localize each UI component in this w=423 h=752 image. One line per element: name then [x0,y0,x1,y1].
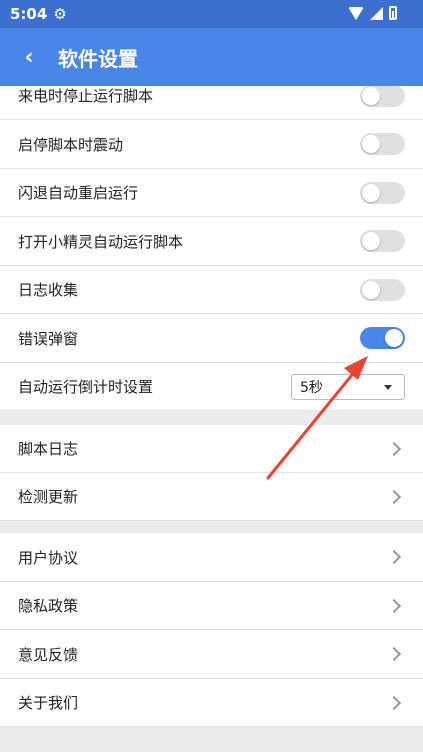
annotation-arrow [266,356,368,480]
